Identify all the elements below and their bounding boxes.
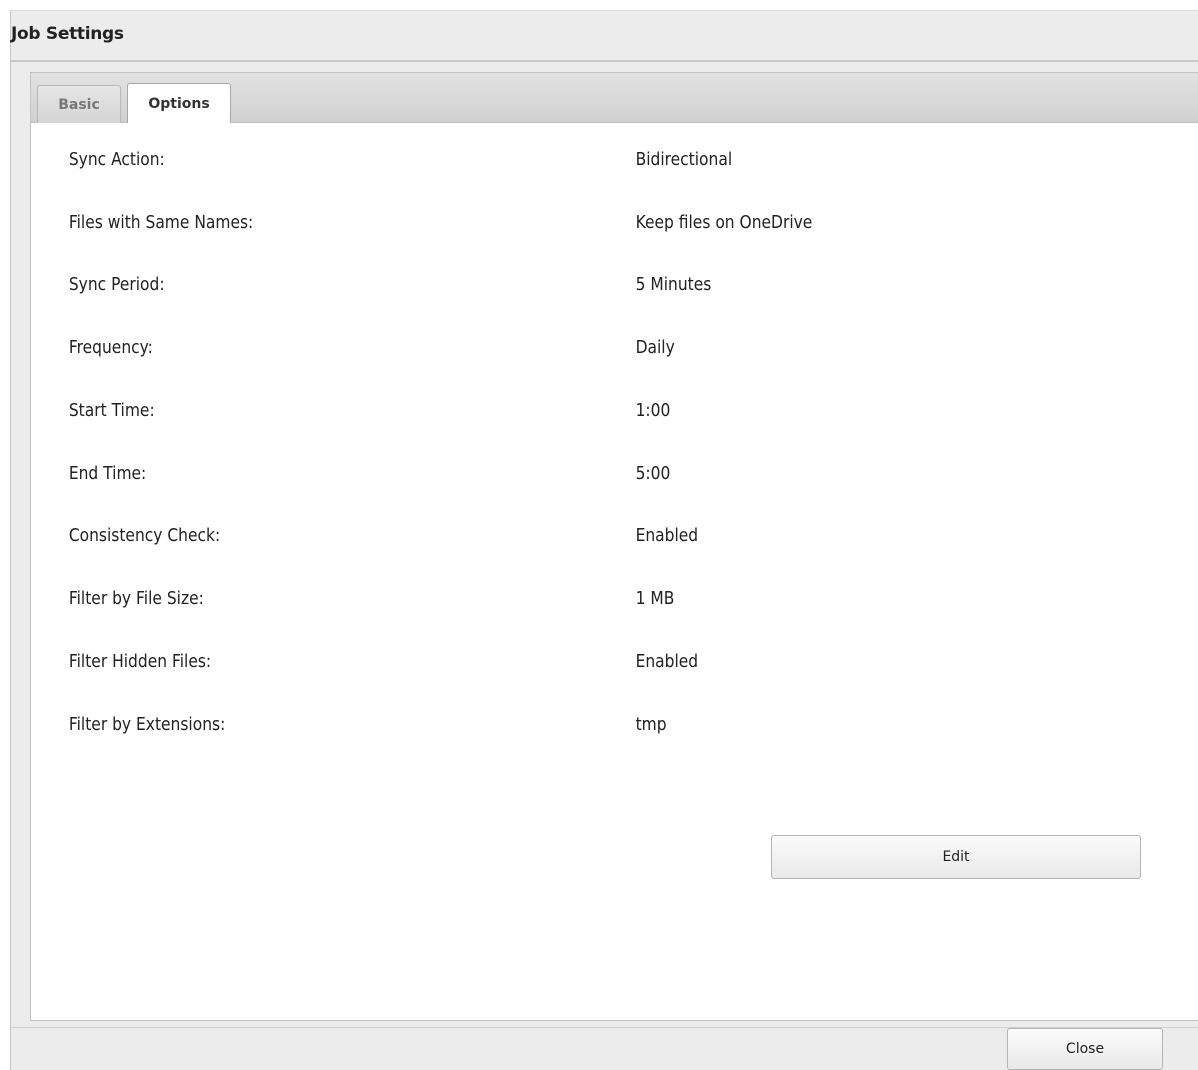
- setting-label: Filter Hidden Files:: [68, 651, 212, 672]
- tab-options[interactable]: Options: [127, 83, 231, 124]
- setting-row-frequency: Frequency: Daily: [31, 337, 1035, 367]
- setting-row-files-same-names: Files with Same Names: Keep files on One…: [31, 212, 1035, 242]
- setting-label: Sync Action:: [68, 149, 165, 170]
- setting-value: 5:00: [635, 463, 671, 484]
- tab-basic[interactable]: Basic: [37, 85, 121, 123]
- setting-label: Sync Period:: [68, 274, 165, 295]
- setting-value: 1 MB: [635, 588, 675, 609]
- setting-label: Consistency Check:: [68, 525, 221, 546]
- setting-row-filter-hidden-files: Filter Hidden Files: Enabled: [31, 651, 1035, 681]
- setting-value: 5 Minutes: [635, 274, 712, 295]
- setting-value: Daily: [635, 337, 675, 358]
- setting-value: Keep files on OneDrive: [635, 212, 813, 233]
- setting-row-filter-extensions: Filter by Extensions: tmp: [31, 714, 1035, 744]
- title-divider: [11, 60, 1198, 62]
- setting-label: Frequency:: [68, 337, 153, 358]
- setting-label: Filter by Extensions:: [68, 714, 226, 735]
- edit-button[interactable]: Edit: [771, 835, 1141, 879]
- setting-row-sync-action: Sync Action: Bidirectional: [31, 149, 1035, 179]
- dialog-title: Job Settings: [11, 24, 124, 44]
- setting-row-filter-file-size: Filter by File Size: 1 MB: [31, 588, 1035, 618]
- setting-label: Start Time:: [68, 400, 155, 421]
- setting-label: Files with Same Names:: [68, 212, 254, 233]
- setting-row-sync-period: Sync Period: 5 Minutes: [31, 274, 1035, 304]
- setting-value: Bidirectional: [635, 149, 733, 170]
- setting-value: tmp: [635, 714, 667, 735]
- setting-value: 1:00: [635, 400, 671, 421]
- close-button[interactable]: Close: [1007, 1028, 1163, 1070]
- setting-row-consistency-check: Consistency Check: Enabled: [31, 525, 1035, 555]
- tab-panel-container: Basic Options Sync Action: Bidirectional…: [30, 72, 1198, 1021]
- setting-value: Enabled: [635, 525, 699, 546]
- tab-strip: Basic Options: [31, 73, 1198, 124]
- setting-label: Filter by File Size:: [68, 588, 204, 609]
- options-panel: Sync Action: Bidirectional Files with Sa…: [31, 123, 1198, 1020]
- setting-row-end-time: End Time: 5:00: [31, 463, 1035, 493]
- setting-value: Enabled: [635, 651, 699, 672]
- setting-row-start-time: Start Time: 1:00: [31, 400, 1035, 430]
- job-settings-dialog: Job Settings Basic Options Sync Action: …: [10, 10, 1198, 1070]
- setting-label: End Time:: [68, 463, 147, 484]
